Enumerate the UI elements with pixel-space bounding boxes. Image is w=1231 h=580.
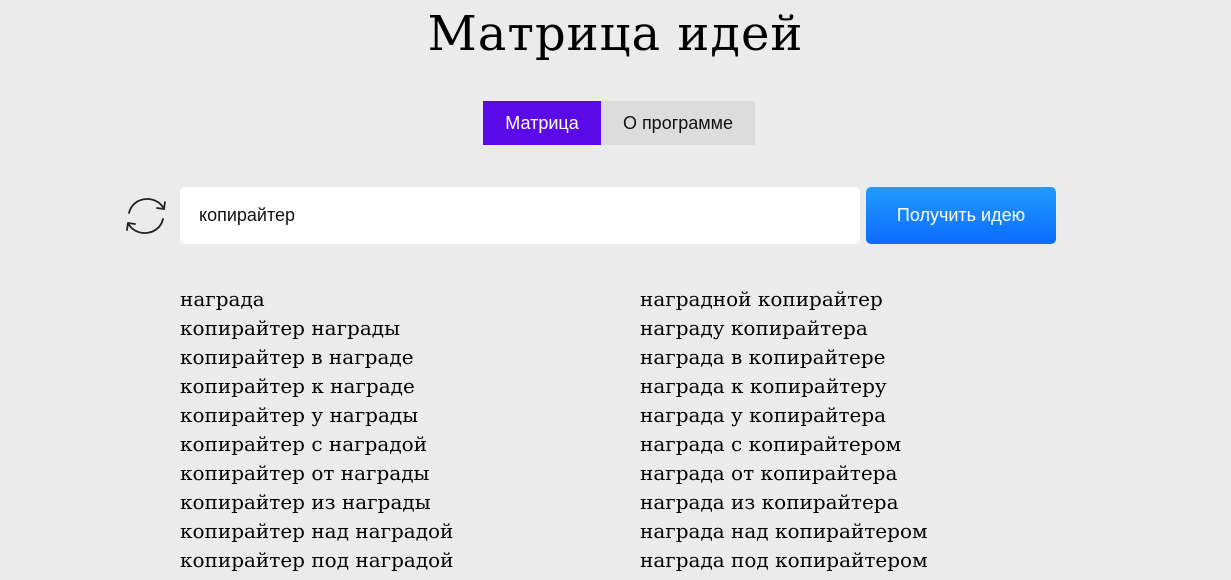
result-item: копирайтер под наградой	[180, 548, 454, 572]
result-item: награду копирайтера	[640, 316, 868, 340]
result-item: копирайтер с наградой	[180, 432, 428, 456]
result-item: награда к копирайтеру	[640, 374, 887, 398]
tab-matrix[interactable]: Матрица	[483, 101, 601, 145]
search-input[interactable]	[180, 187, 860, 244]
page-title: Матрица идей	[427, 6, 804, 62]
result-item: награда у копирайтера	[640, 403, 887, 427]
result-item: награда от копирайтера	[640, 461, 898, 485]
result-item: копирайтер награды	[180, 316, 401, 340]
results-list-left: награда копирайтер награды копирайтер в …	[180, 285, 454, 575]
result-item: копирайтер от награды	[180, 461, 430, 485]
refresh-icon[interactable]	[122, 193, 170, 239]
result-item: награда	[180, 287, 265, 311]
result-item: копирайтер из награды	[180, 490, 431, 514]
tab-bar: Матрица О программе	[483, 101, 755, 145]
result-item: наградной копирайтер	[640, 287, 883, 311]
result-item: копирайтер в награде	[180, 345, 414, 369]
results-list-right: наградной копирайтер награду копирайтера…	[640, 285, 928, 575]
result-item: копирайтер к награде	[180, 374, 415, 398]
tab-about[interactable]: О программе	[601, 101, 755, 145]
result-item: копирайтер у награды	[180, 403, 419, 427]
result-item: награда с копирайтером	[640, 432, 902, 456]
result-item: награда над копирайтером	[640, 519, 928, 543]
result-item: награда в копирайтере	[640, 345, 886, 369]
result-item: награда под копирайтером	[640, 548, 928, 572]
get-idea-button[interactable]: Получить идею	[866, 187, 1056, 244]
result-item: копирайтер над наградой	[180, 519, 454, 543]
result-item: награда из копирайтера	[640, 490, 899, 514]
